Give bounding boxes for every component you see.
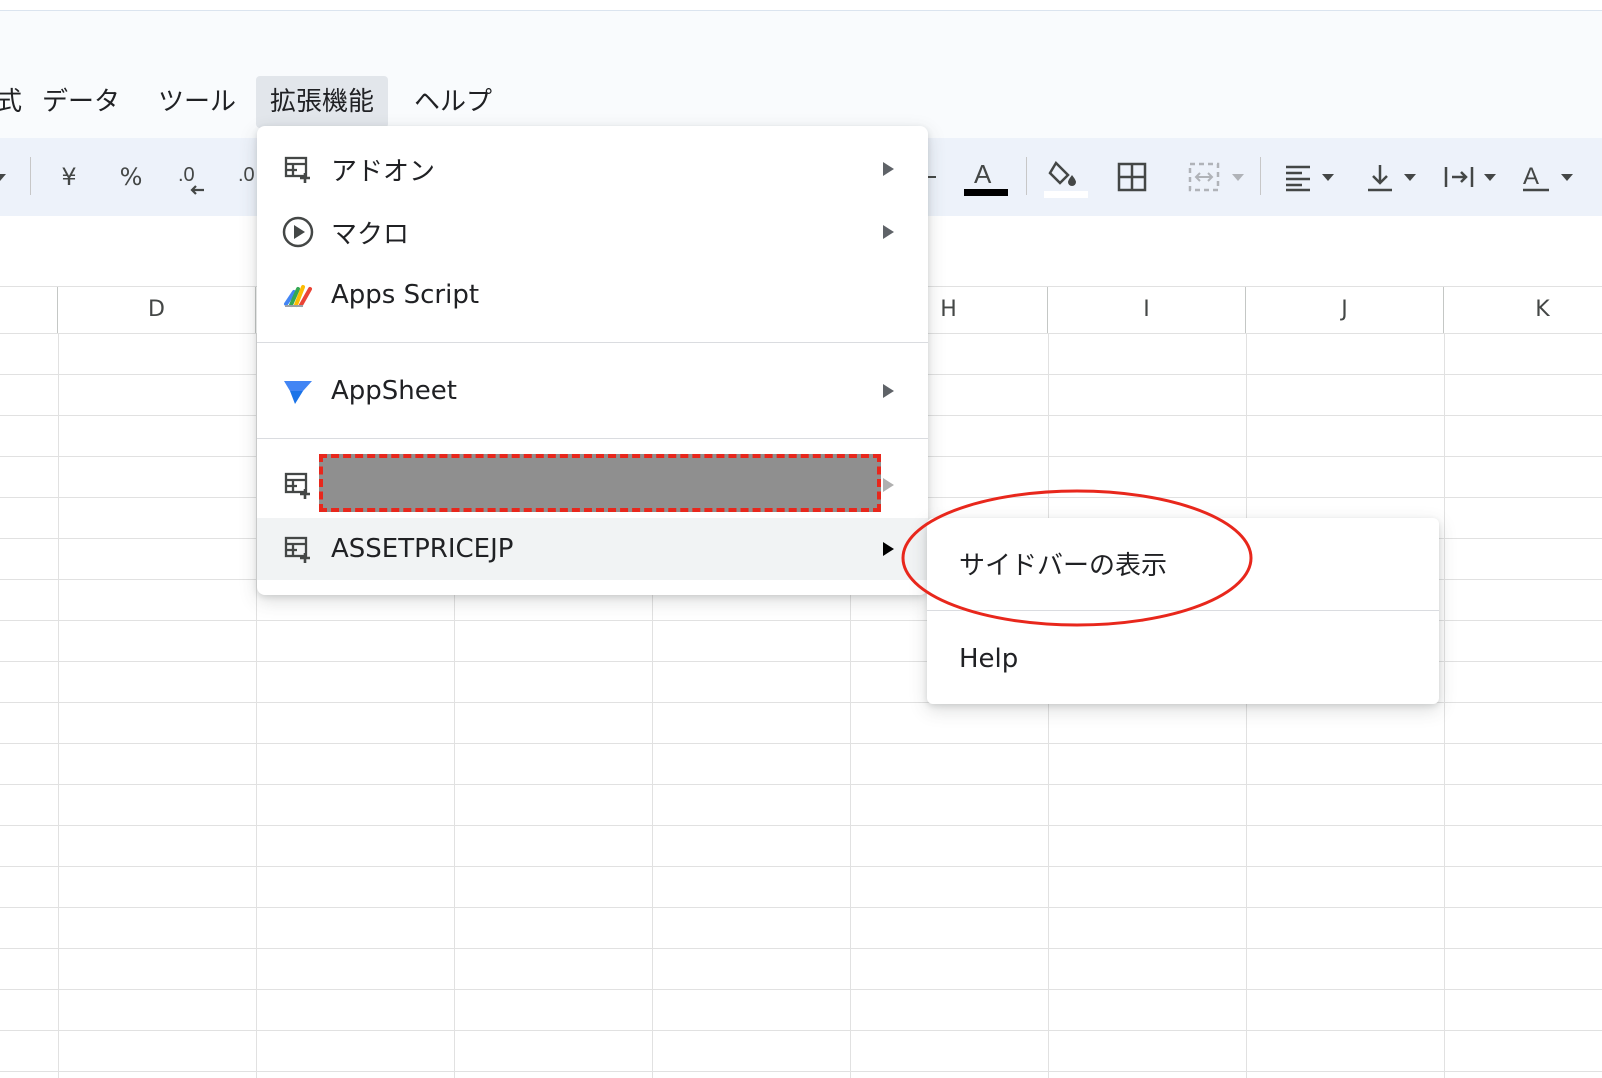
submenu-arrow-icon: [883, 384, 894, 398]
submenu-item-help[interactable]: Help: [927, 614, 1439, 704]
menu-divider: [927, 610, 1439, 611]
toolbar-separator: [1026, 157, 1027, 195]
menu-item-label: AppSheet: [331, 376, 457, 406]
menu-item-macros[interactable]: マクロ: [257, 201, 928, 263]
submenu-arrow-icon: [883, 542, 894, 556]
merge-cells-icon[interactable]: [1176, 138, 1252, 216]
increase-decimal-icon[interactable]: .0: [236, 138, 256, 216]
apps-script-icon: [281, 278, 315, 312]
menu-item-apps-script[interactable]: Apps Script: [257, 264, 928, 326]
menu-item-label: アドオン: [331, 156, 436, 187]
menu-data[interactable]: データ: [28, 76, 134, 128]
submenu-item-label: サイドバーの表示: [959, 550, 1168, 581]
menu-item-addons[interactable]: アドオン: [257, 138, 928, 200]
decrease-decimal-icon[interactable]: .0: [174, 138, 218, 216]
extensions-menu: アドオン マクロ Apps Script AppSheet ASSETPRICE…: [257, 126, 928, 595]
yen-icon[interactable]: ¥: [52, 138, 86, 216]
vertical-align-icon[interactable]: [1358, 138, 1422, 216]
submenu-arrow-icon: [883, 478, 894, 492]
menu-item-label: マクロ: [331, 219, 410, 250]
addon-icon: [281, 468, 315, 502]
menu-item-assetpricejp[interactable]: ASSETPRICEJP: [257, 518, 928, 580]
submenu-item-show-sidebar[interactable]: サイドバーの表示: [927, 518, 1439, 608]
svg-text:.0: .0: [238, 164, 255, 186]
addon-icon: [281, 152, 315, 186]
svg-text:A: A: [1523, 163, 1539, 190]
column-header-j[interactable]: J: [1246, 287, 1444, 333]
addon-icon: [281, 532, 315, 566]
toolbar-dropdown-caret-icon[interactable]: [0, 138, 6, 216]
menu-tools[interactable]: ツール: [144, 76, 250, 128]
window-top-strip: [0, 0, 1602, 11]
borders-icon[interactable]: [1112, 138, 1152, 216]
toolbar-separator: [1260, 157, 1261, 195]
column-header-prev[interactable]: [0, 287, 58, 333]
menu-divider: [257, 438, 928, 439]
menu-help[interactable]: ヘルプ: [400, 76, 506, 128]
submenu-item-label: Help: [959, 644, 1019, 674]
redaction-box: [319, 454, 881, 512]
text-wrap-icon[interactable]: [1436, 138, 1502, 216]
appsheet-icon: [281, 374, 315, 408]
menu-item-label: ASSETPRICEJP: [331, 534, 514, 564]
text-rotation-icon[interactable]: A: [1516, 138, 1576, 216]
font-size-caret-icon[interactable]: [926, 138, 940, 216]
svg-text:.0: .0: [178, 164, 195, 186]
toolbar-separator: [30, 157, 31, 195]
assetpricejp-submenu: サイドバーの表示 Help: [927, 518, 1439, 704]
horizontal-align-icon[interactable]: [1276, 138, 1340, 216]
play-circle-icon: [281, 215, 315, 249]
percent-icon[interactable]: %: [114, 138, 148, 216]
column-header-d[interactable]: D: [58, 287, 256, 333]
menu-divider: [257, 342, 928, 343]
submenu-arrow-icon: [883, 162, 894, 176]
fill-color-icon[interactable]: [1042, 138, 1090, 216]
submenu-arrow-icon: [883, 225, 894, 239]
column-header-k[interactable]: K: [1444, 287, 1602, 333]
text-color-icon[interactable]: A: [962, 138, 1010, 216]
column-header-i[interactable]: I: [1048, 287, 1246, 333]
menu-item-label: Apps Script: [331, 280, 480, 310]
menu-item-appsheet[interactable]: AppSheet: [257, 360, 928, 422]
svg-text:A: A: [974, 159, 992, 189]
menu-extensions[interactable]: 拡張機能: [256, 76, 389, 128]
